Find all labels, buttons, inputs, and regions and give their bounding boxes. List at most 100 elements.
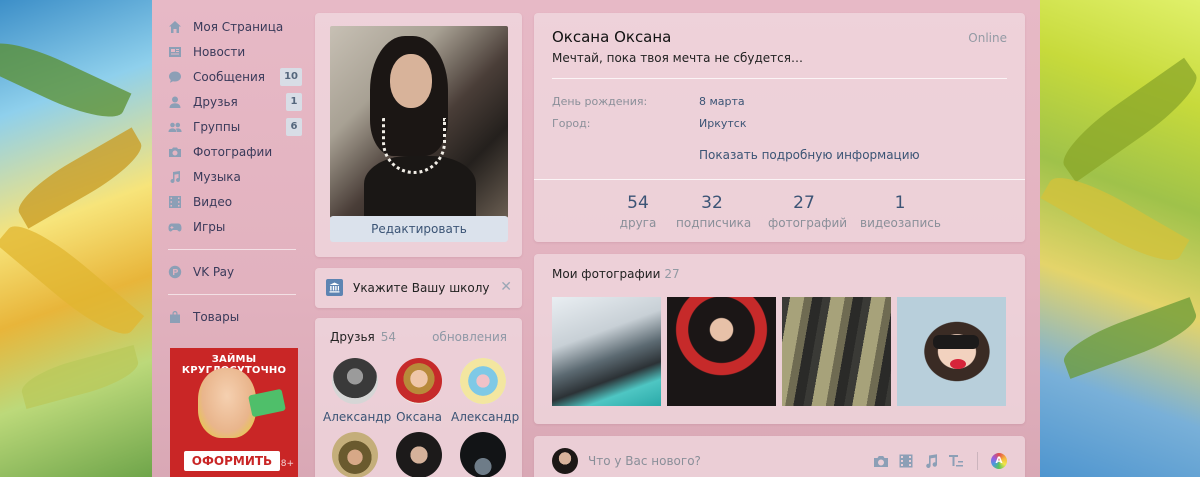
nav-item-messages[interactable]: Сообщения 10 [168, 64, 302, 89]
my-photos-card: Мои фотографии 27 [534, 254, 1025, 424]
friend-item[interactable]: Оксана [387, 358, 451, 424]
camera-icon [168, 145, 182, 159]
friend-avatar [396, 432, 442, 477]
nav-item-friends[interactable]: Друзья 1 [168, 89, 302, 114]
friend-item[interactable]: Александр [451, 358, 520, 424]
groups-icon [168, 120, 182, 134]
nav-item-label: VK Pay [193, 264, 235, 279]
vkpay-icon [168, 265, 182, 279]
photos-header[interactable]: Мои фотографии 27 [552, 267, 680, 281]
friend-name: Оксана [396, 410, 442, 424]
photo-thumbnail[interactable] [552, 297, 661, 406]
nav-item-news[interactable]: Новости [168, 39, 302, 64]
composer-avatar [552, 448, 578, 474]
friend-item[interactable] [451, 432, 515, 477]
nav-item-music[interactable]: Музыка [168, 164, 302, 189]
post-composer: Что у Вас нового? A [534, 436, 1025, 477]
counter-number: 1 [894, 193, 906, 213]
nav-item-label: Новости [193, 44, 246, 59]
nav-item-label: Сообщения [193, 69, 266, 84]
friends-updates-link[interactable]: обновления [432, 330, 507, 344]
nav-item-label: Игры [193, 219, 226, 234]
counter-photos[interactable]: 27 фотографий [768, 193, 848, 230]
ad-cta-button[interactable]: ОФОРМИТЬ [184, 451, 280, 471]
ad-model-image [198, 368, 256, 438]
photos-count: 27 [664, 267, 680, 281]
video-icon[interactable] [898, 453, 914, 469]
nav-item-label: Товары [193, 309, 240, 324]
bag-icon [168, 310, 182, 324]
friend-avatar [332, 358, 378, 404]
profile-name: Оксана Оксана [552, 28, 672, 46]
counter-number: 32 [701, 193, 723, 213]
friend-item[interactable] [323, 432, 387, 477]
nav-item-groups[interactable]: Группы 6 [168, 114, 302, 139]
photo-thumbnail[interactable] [667, 297, 776, 406]
counter-friends[interactable]: 54 друга [616, 193, 660, 230]
profile-info-card: Оксана Оксана Online Мечтай, пока твоя м… [534, 13, 1025, 242]
nav-item-vkpay[interactable]: VK Pay [168, 259, 302, 284]
camera-icon[interactable] [873, 453, 889, 469]
gamepad-icon [168, 220, 182, 234]
counters-divider [534, 179, 1025, 180]
post-theme-icon[interactable]: A [991, 453, 1007, 469]
text-format-icon[interactable] [948, 453, 964, 469]
groups-badge: 6 [286, 117, 302, 136]
nav-item-video[interactable]: Видео [168, 189, 302, 214]
composer-divider [977, 452, 978, 470]
friend-item[interactable]: Александр [323, 358, 392, 424]
composer-attachments: A [873, 452, 1007, 470]
nav-divider [168, 249, 296, 250]
ad-age-label: 18+ [275, 459, 294, 469]
nav-item-label: Группы [193, 119, 241, 134]
home-icon [168, 20, 182, 34]
friends-title[interactable]: Друзья [330, 330, 375, 344]
friends-count: 54 [380, 330, 397, 344]
photo-thumbnail[interactable] [897, 297, 1006, 406]
friend-name: Александр [451, 410, 520, 424]
info-divider [552, 78, 1007, 79]
messages-badge: 10 [280, 67, 302, 86]
show-more-info-link[interactable]: Показать подробную информацию [699, 148, 920, 162]
counter-number: 54 [627, 193, 649, 213]
friends-header: Друзья 54 обновления [330, 330, 507, 344]
post-input[interactable]: Что у Вас нового? [588, 454, 701, 468]
nav-item-games[interactable]: Игры [168, 214, 302, 239]
birthday-label: День рождения: [552, 95, 648, 108]
friends-card: Друзья 54 обновления Александр Оксана Ал… [315, 318, 522, 477]
friend-item[interactable] [387, 432, 451, 477]
photo-thumbnail[interactable] [782, 297, 891, 406]
nav-item-label: Музыка [193, 169, 241, 184]
birthday-value[interactable]: 8 марта [699, 95, 745, 108]
friend-name: Александр [323, 410, 392, 424]
city-row: Город: Иркутск [552, 117, 746, 130]
counter-label: фотографий [768, 216, 848, 230]
background-right [1040, 0, 1200, 477]
music-icon [168, 170, 182, 184]
nav-item-label: Друзья [193, 94, 238, 109]
profile-avatar[interactable] [330, 26, 508, 218]
school-icon [326, 279, 343, 296]
counter-label: подписчика [676, 216, 752, 230]
music-icon[interactable] [923, 453, 939, 469]
profile-status-text[interactable]: Мечтай, пока твоя мечта не сбудется… [552, 51, 803, 65]
nav-item-label: Видео [193, 194, 233, 209]
friend-avatar [460, 358, 506, 404]
school-prompt-card[interactable]: Укажите Вашу школу ✕ [315, 268, 522, 308]
messages-icon [168, 70, 182, 84]
edit-profile-button[interactable]: Редактировать [330, 216, 508, 242]
background-left [0, 0, 152, 477]
nav-divider [168, 294, 296, 295]
close-icon[interactable]: ✕ [500, 279, 512, 295]
counter-followers[interactable]: 32 подписчика [676, 193, 752, 230]
left-nav: Моя Страница Новости Сообщения 10 Друзья… [168, 14, 302, 329]
city-value[interactable]: Иркутск [699, 117, 746, 130]
news-icon [168, 45, 182, 59]
counter-videos[interactable]: 1 видеозапись [860, 193, 941, 230]
nav-item-photos[interactable]: Фотографии [168, 139, 302, 164]
nav-item-goods[interactable]: Товары [168, 304, 302, 329]
counter-label: видеозапись [860, 216, 941, 230]
nav-item-my-page[interactable]: Моя Страница [168, 14, 302, 39]
ad-banner[interactable]: ЗАЙМЫ КРУГЛОСУТОЧНО ОФОРМИТЬ 18+ [170, 348, 298, 477]
counter-number: 27 [793, 193, 815, 213]
